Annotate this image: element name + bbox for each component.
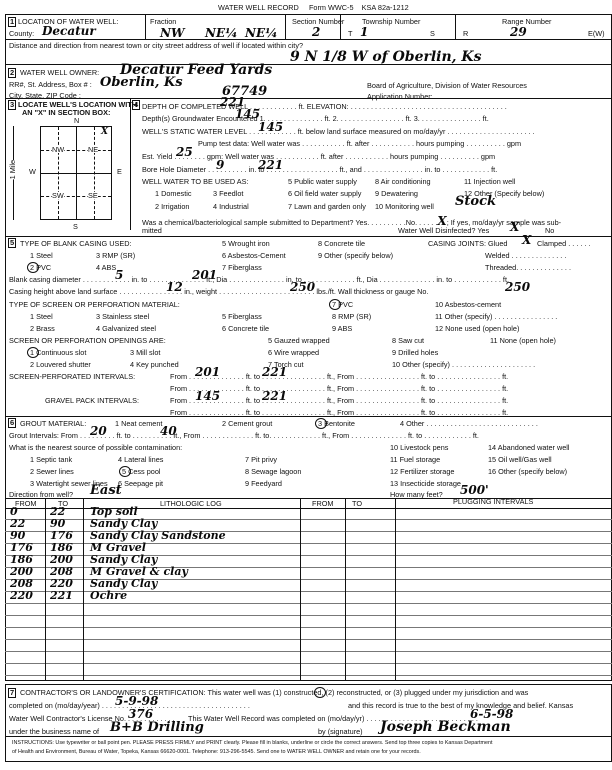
log-description[interactable]: Sandy Clay Sandstone [90,530,226,541]
casing-diameter[interactable]: 5 [115,269,123,281]
county-value[interactable]: Decatur [42,25,96,37]
log-to[interactable]: 220 [50,578,73,589]
selected-circle [27,262,39,273]
signature: Joseph Beckman [380,719,511,735]
township-value[interactable]: 1 [360,26,368,38]
bore-depth[interactable]: 221 [258,159,283,171]
log-to[interactable]: 22 [50,506,65,517]
log-from[interactable]: 220 [10,590,33,601]
feet-value[interactable]: 500' [460,484,489,496]
direction-value[interactable]: East [90,484,122,497]
selected-circle [329,299,341,310]
address-value[interactable]: Oberlin, Ks [100,76,183,89]
log-description[interactable]: M Gravel & clay [90,566,188,577]
casing-height[interactable]: 12 [166,281,183,293]
log-description[interactable]: Top soil [90,506,138,517]
grout-from[interactable]: 20 [90,425,107,437]
gravel-from[interactable]: 145 [195,390,220,402]
location-mark: X [101,127,108,137]
casing-weight[interactable]: 250 [290,281,315,293]
log-description[interactable]: Ochre [90,590,127,601]
log-from[interactable]: 0 [10,506,18,517]
section-value[interactable]: 2 [312,26,320,38]
fraction-1[interactable]: NW [160,27,184,39]
log-description[interactable]: Sandy Clay [90,554,157,565]
screen-from[interactable]: 201 [195,366,220,378]
groundwater-1[interactable]: 145 [235,108,260,120]
log-to[interactable]: 221 [50,590,73,601]
screen-to[interactable]: 221 [262,366,287,378]
distance-value[interactable]: 9 N 1/8 W of Oberlin, Ks [290,50,481,64]
wall-thickness[interactable]: 250 [505,281,530,293]
form-title: WATER WELL RECORD Form WWC-5 KSA 82a-121… [218,3,409,12]
log-description[interactable]: M Gravel [90,542,146,553]
log-description[interactable]: Sandy Clay [90,578,157,589]
selected-circle [314,687,326,698]
log-from[interactable]: 22 [10,518,25,529]
log-description[interactable]: Sandy Clay [90,518,157,529]
section-grid[interactable]: NW NE SW SE X [40,126,112,220]
other-use-value[interactable]: Stock [455,195,496,208]
log-to[interactable]: 90 [50,518,65,529]
glued-mark[interactable]: X [522,234,531,246]
log-from[interactable]: 90 [10,530,25,541]
log-from[interactable]: 176 [10,542,33,553]
grout-to[interactable]: 40 [160,425,177,437]
disinfected-mark[interactable]: X [510,221,519,233]
log-from[interactable]: 186 [10,554,33,565]
log-to[interactable]: 176 [50,530,73,541]
fraction-2[interactable]: NE¼ [205,27,238,39]
completed-date[interactable]: 5-9-98 [115,695,158,707]
fraction-3[interactable]: NE¼ [245,27,278,39]
log-to[interactable]: 186 [50,542,73,553]
yield-value[interactable]: 25 [176,146,193,158]
selected-circle [315,418,327,429]
selected-circle [119,466,131,477]
business-name[interactable]: B+B Drilling [110,721,204,734]
log-to[interactable]: 200 [50,554,73,565]
gravel-to[interactable]: 221 [262,390,287,402]
log-to[interactable]: 208 [50,566,73,577]
license-number[interactable]: 376 [128,708,153,720]
static-level[interactable]: 145 [258,121,283,133]
bore-diameter[interactable]: 9 [216,159,224,171]
casing-depth[interactable]: 201 [192,269,217,281]
log-from[interactable]: 208 [10,578,33,589]
log-from[interactable]: 200 [10,566,33,577]
selected-circle [27,347,39,358]
range-value[interactable]: 29 [510,26,527,38]
